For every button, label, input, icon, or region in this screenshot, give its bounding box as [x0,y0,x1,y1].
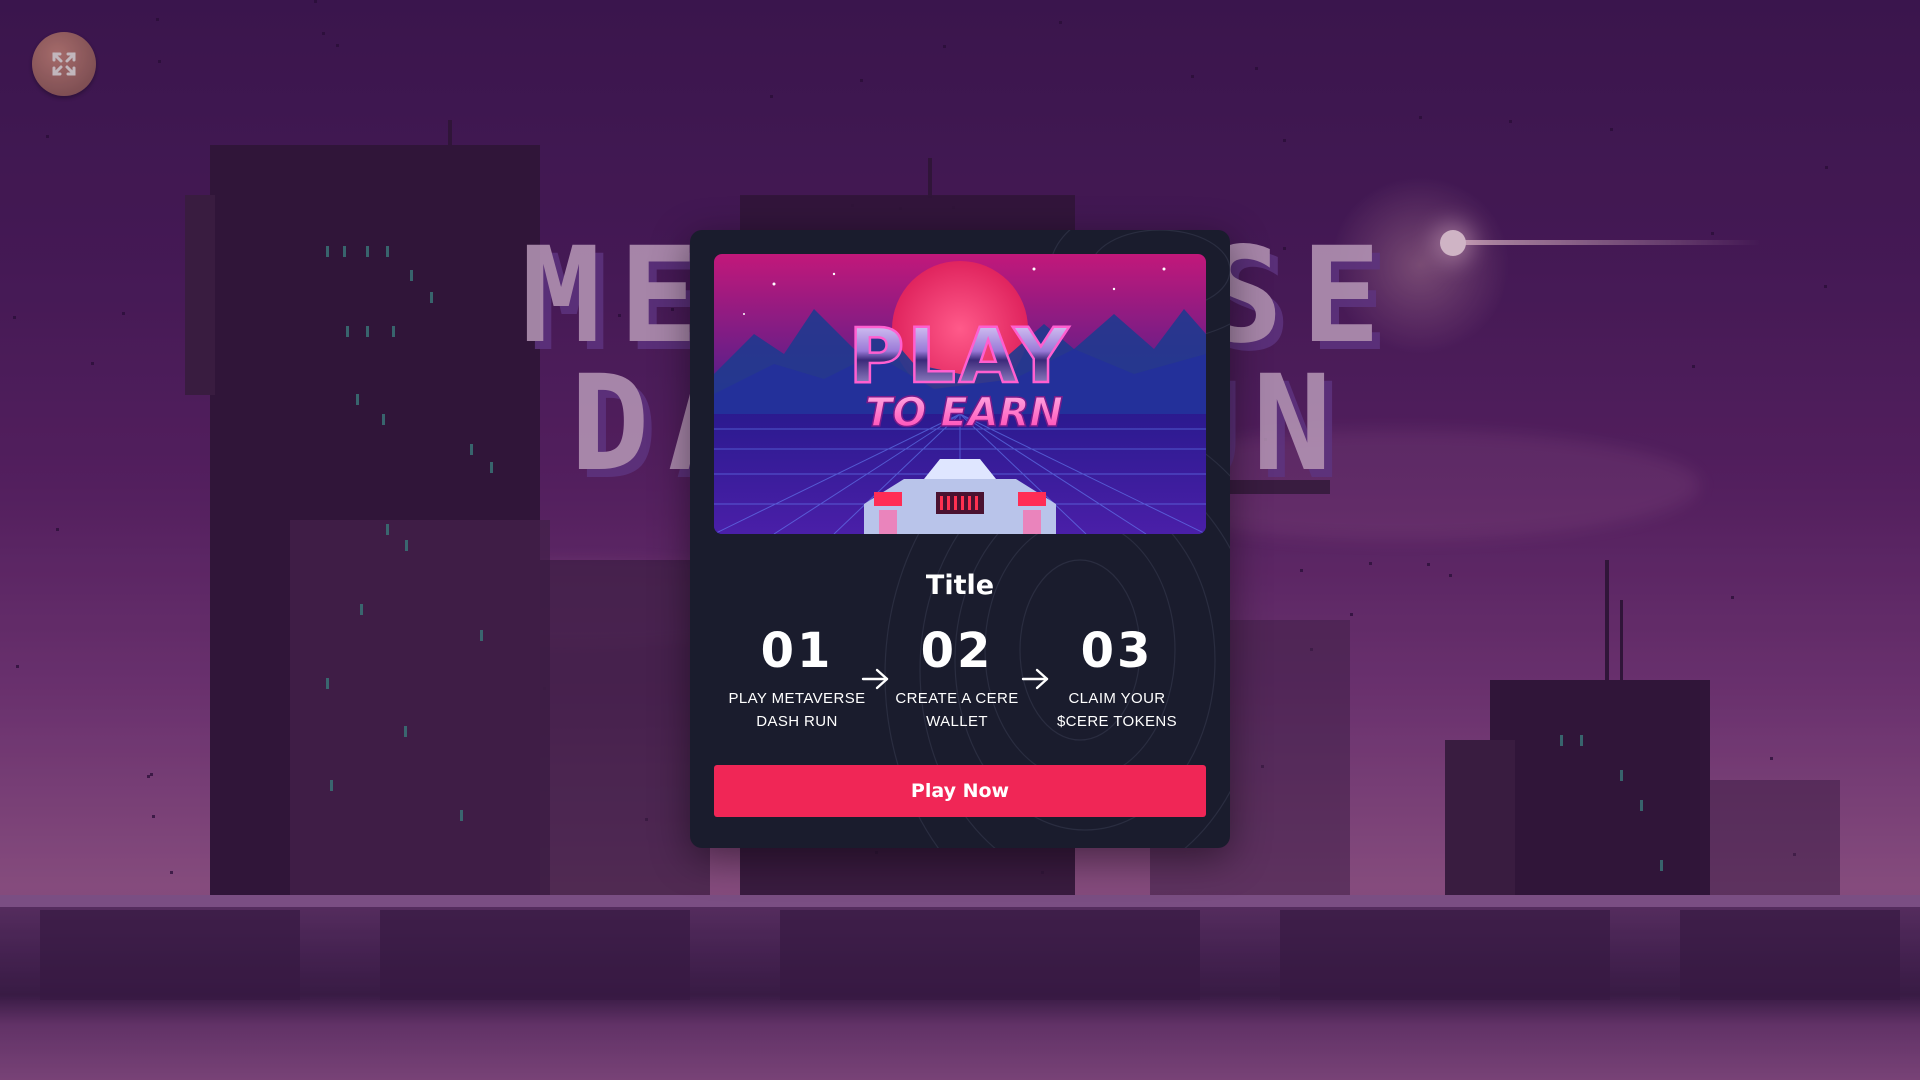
step-3: 03 CLAIM YOUR $CERE TOKENS [1037,625,1197,733]
step-2: 02 CREATE A CERE WALLET [877,625,1037,733]
play-now-button[interactable]: Play Now [714,765,1206,817]
banner-headline: PLAY [849,311,1072,400]
step-label: PLAY METAVERSE DASH RUN [728,690,866,730]
fullscreen-expand-icon [52,52,76,76]
play-to-earn-banner: PLAY TO EARN [714,254,1206,534]
banner-image: PLAY TO EARN [714,254,1206,534]
step-number: 03 [1080,623,1154,679]
play-to-earn-modal: PLAY TO EARN Title 01 PLAY METAVERSE DAS… [690,230,1230,848]
modal-title: Title [925,570,995,601]
step-number: 02 [920,623,994,679]
fullscreen-button[interactable] [32,32,96,96]
step-1: 01 PLAY METAVERSE DASH RUN [717,625,877,733]
step-label: CREATE A CERE WALLET [895,690,1019,730]
step-label: CLAIM YOUR $CERE TOKENS [1056,690,1178,730]
step-number: 01 [760,623,834,679]
banner-subheadline: TO EARN [865,390,1063,436]
